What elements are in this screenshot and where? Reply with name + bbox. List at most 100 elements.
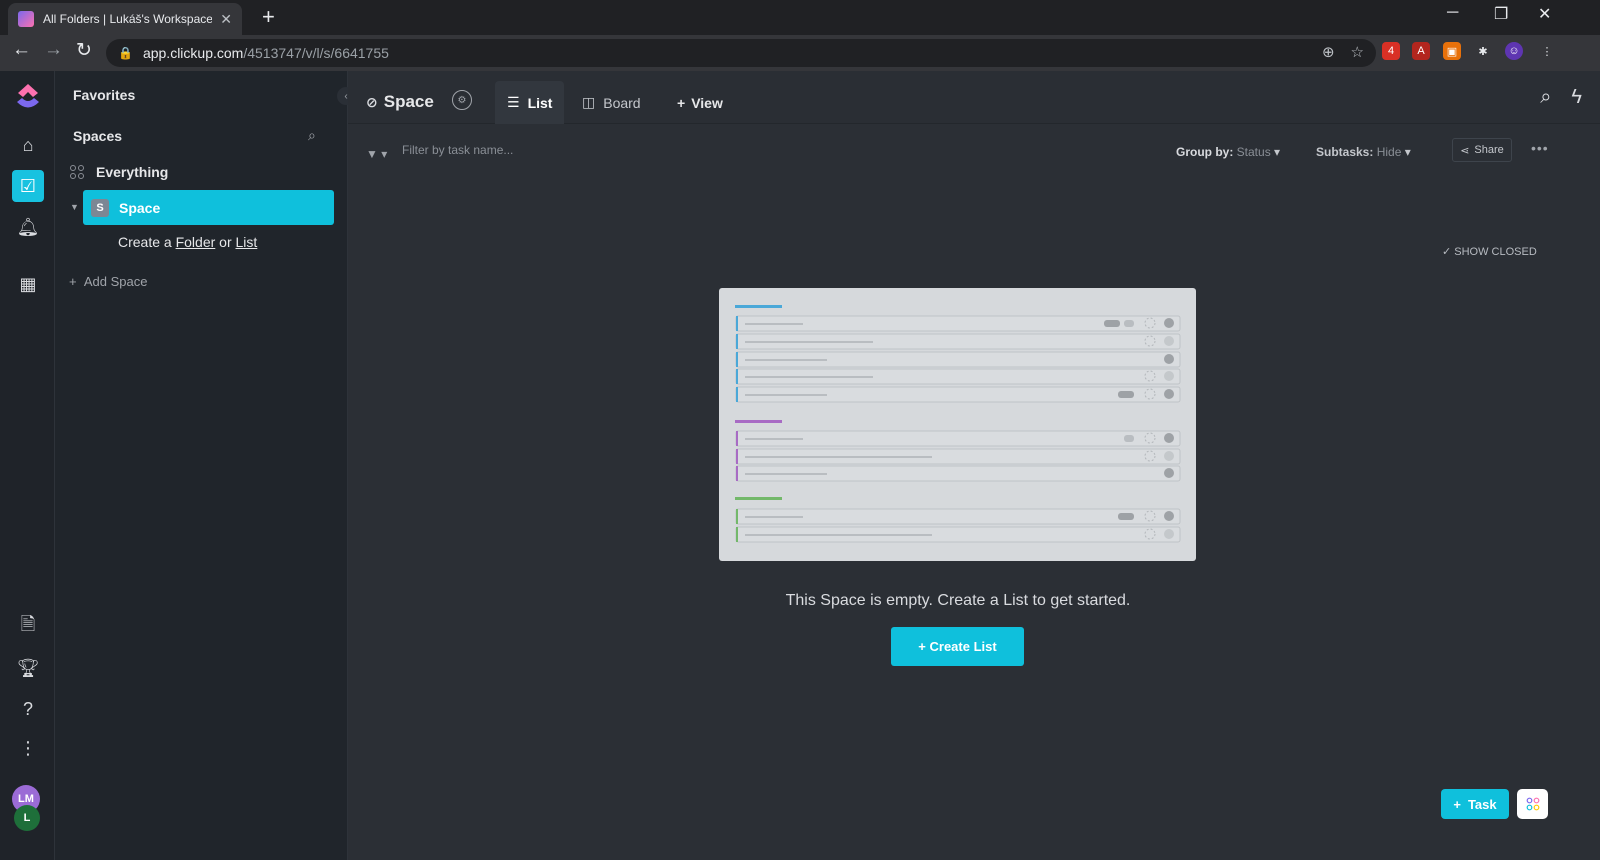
view-header: ⊘ Space ⚙ ☰ List ◫ Board + View ⌕ ϟ [348,71,1600,124]
sidebar-item-space[interactable]: S Space [83,190,334,225]
trophy-icon[interactable]: 🏆︎ [12,652,44,684]
bell-icon[interactable]: 🔔︎ [12,211,44,243]
chevron-down-icon: ▾ [1404,145,1411,159]
check-icon: ✓ [1442,246,1452,258]
tab-title: All Folders | Lukáš's Workspace ( [43,12,213,26]
space-settings-icon[interactable]: ⚙ [452,90,472,110]
star-icon[interactable]: ☆ [1351,43,1364,61]
window-close-icon[interactable]: ✕ [1538,4,1551,24]
forward-icon[interactable]: → [44,39,63,61]
user-initial: L [23,812,31,824]
subtasks-dropdown[interactable]: Subtasks: Hide ▾ [1316,145,1411,159]
address-bar[interactable]: 🔒 app.clickup.com /4513747/v/l/s/6641755… [106,39,1376,67]
extension-shield-icon[interactable]: 4 [1382,42,1400,60]
sidebar: Favorites Spaces ⌕ Everything ▼ S Space … [55,71,348,860]
chevron-down-icon: ▾ [1274,145,1281,159]
extension-orange-icon[interactable]: ▣ [1443,42,1461,60]
create-or: or [219,234,232,250]
clickup-favicon-icon [18,11,34,27]
sidebar-item-everything[interactable]: Everything [70,164,168,180]
empty-state-message: This Space is empty. Create a List to ge… [785,592,1131,609]
plus-icon: + [69,274,77,289]
help-icon[interactable]: ? [12,693,44,725]
tasks-icon[interactable]: ☑ [12,170,44,202]
extension-acrobat-icon[interactable]: A [1412,42,1430,60]
browser-tabbar: All Folders | Lukáš's Workspace ( ✕ + ─ … [0,0,1600,35]
group-by-value: Status [1236,145,1271,159]
create-folder-or-list: Create a Folder or List [118,234,257,250]
more-vertical-icon[interactable]: ⋮ [12,732,44,764]
sidebar-item-label: Everything [96,164,169,180]
more-horizontal-icon[interactable]: ••• [1531,140,1549,156]
page-title[interactable]: ⊘ Space [366,92,434,112]
show-closed-toggle[interactable]: ✓ SHOW CLOSED [1442,245,1537,258]
apps-grid-icon [1526,797,1539,811]
subtasks-label: Subtasks: [1316,145,1374,159]
add-space-button[interactable]: + Add Space [69,274,147,289]
create-list-button[interactable]: + Create List [891,627,1024,666]
space-title-text: Space [383,92,434,111]
back-icon[interactable]: ← [12,39,31,61]
menu-dots-icon[interactable]: ⋮ [1538,42,1556,60]
tab-label: List [527,94,553,111]
profile-icon[interactable]: ☺ [1505,42,1523,60]
restore-icon[interactable]: ❐ [1494,4,1508,24]
puzzle-icon[interactable]: ✱ [1474,42,1492,60]
show-closed-label: SHOW CLOSED [1454,246,1537,258]
add-icon[interactable]: ⊕ [1322,43,1335,61]
tab-list[interactable]: ☰ List [495,81,565,124]
search-icon[interactable]: ⌕ [1540,86,1551,109]
group-by-label: Group by: [1176,145,1234,159]
group-by-dropdown[interactable]: Group by: Status ▾ [1176,145,1280,159]
lightning-icon[interactable]: ϟ [1571,86,1582,109]
add-view-button[interactable]: + View [665,81,735,124]
tab-label: Board [603,94,641,111]
board-icon: ◫ [582,94,596,110]
clickup-logo-icon[interactable] [13,82,43,112]
main-content: ⊘ Space ⚙ ☰ List ◫ Board + View ⌕ ϟ ▼ ▾ … [348,71,1600,860]
share-icon: ⋖ [1460,144,1470,157]
plus-icon: + [1453,796,1461,812]
home-icon[interactable]: ⌂ [12,129,44,161]
space-avatar: S [91,198,109,217]
browser-tab[interactable]: All Folders | Lukáš's Workspace ( ✕ [8,3,242,35]
create-list-link[interactable]: List [236,234,258,250]
plus-icon: + [677,94,686,111]
space-orbit-icon: ⊘ [366,93,378,110]
tab-board[interactable]: ◫ Board [570,81,653,124]
filter-bar: ▼ ▾ Group by: Status ▾ Subtasks: Hide ▾ … [348,125,1600,173]
search-icon[interactable]: ⌕ [308,127,316,144]
add-task-button[interactable]: + Task [1441,789,1509,819]
favorites-heading[interactable]: Favorites [73,87,135,103]
sidebar-item-label: Space [119,199,161,216]
list-icon: ☰ [507,94,520,110]
avatar-initials: LM [18,793,34,805]
task-label: Task [1467,796,1497,812]
url-host: app.clickup.com [142,45,244,61]
everything-icon [70,165,84,179]
create-folder-link[interactable]: Folder [176,234,216,250]
extension-badge: 4 [1387,45,1395,57]
dashboards-icon[interactable]: ▦ [12,268,44,300]
lock-icon: 🔒 [118,46,133,60]
empty-list-illustration [719,288,1196,561]
new-tab-icon[interactable]: + [262,4,275,30]
tab-label: View [691,94,723,111]
minimize-icon[interactable]: ─ [1447,4,1458,22]
reload-icon[interactable]: ↻ [76,39,92,62]
close-icon[interactable]: ✕ [220,11,232,28]
subtasks-value: Hide [1376,145,1402,159]
docs-icon[interactable]: 🗎︎ [12,611,44,643]
share-button[interactable]: ⋖ Share [1452,138,1512,162]
add-space-label: Add Space [83,274,148,289]
apps-button[interactable] [1517,789,1548,819]
browser-toolbar: ← → ↻ 🔒 app.clickup.com /4513747/v/l/s/6… [0,35,1600,71]
share-label: Share [1474,144,1504,156]
filter-input[interactable] [402,143,702,157]
create-prefix: Create a [118,234,172,250]
url-path: /4513747/v/l/s/6641755 [243,45,389,61]
caret-down-icon[interactable]: ▼ [70,202,79,212]
spaces-heading[interactable]: Spaces [73,128,122,144]
filter-icon[interactable]: ▼ ▾ [366,147,387,161]
user-avatar[interactable]: L [14,805,40,831]
